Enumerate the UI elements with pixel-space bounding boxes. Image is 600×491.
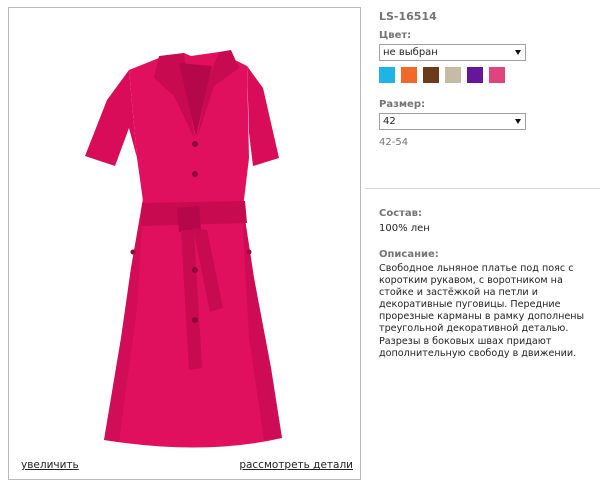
size-select-value: 42: [383, 116, 396, 127]
size-select[interactable]: 42: [379, 113, 526, 130]
product-photo-frame: увеличить рассмотреть детали: [8, 7, 361, 480]
color-label: Цвет:: [379, 30, 412, 41]
description-label: Описание:: [379, 249, 439, 260]
color-swatch-brown[interactable]: [423, 67, 439, 83]
color-select-value: не выбран: [383, 47, 438, 58]
product-sku: LS-16514: [379, 10, 437, 23]
chevron-down-icon: [515, 50, 521, 55]
color-select[interactable]: не выбран: [379, 44, 526, 61]
size-range: 42-54: [379, 137, 409, 148]
description-text: Свободное льняное платье под пояс с коро…: [379, 263, 585, 359]
color-swatch-beige[interactable]: [445, 67, 461, 83]
composition-value: 100% лен: [379, 223, 430, 234]
dress-button: [192, 317, 198, 323]
composition-label: Состав:: [379, 208, 423, 219]
color-swatch-pink[interactable]: [489, 67, 505, 83]
dress-button: [192, 267, 198, 273]
size-label: Размер:: [379, 99, 426, 110]
color-swatches: [379, 67, 505, 83]
zoom-link[interactable]: увеличить: [21, 459, 79, 471]
dress-image[interactable]: [9, 8, 360, 453]
chevron-down-icon: [515, 119, 521, 124]
view-details-link[interactable]: рассмотреть детали: [239, 459, 353, 471]
dress-sleeve-right: [247, 66, 279, 166]
color-swatch-orange[interactable]: [401, 67, 417, 83]
dress-sleeve-left: [85, 70, 137, 166]
color-swatch-cyan[interactable]: [379, 67, 395, 83]
section-divider: [365, 188, 600, 189]
dress-belt-knot: [177, 206, 201, 232]
color-swatch-purple[interactable]: [467, 67, 483, 83]
dress-button: [192, 171, 198, 177]
dress-button: [192, 141, 198, 147]
